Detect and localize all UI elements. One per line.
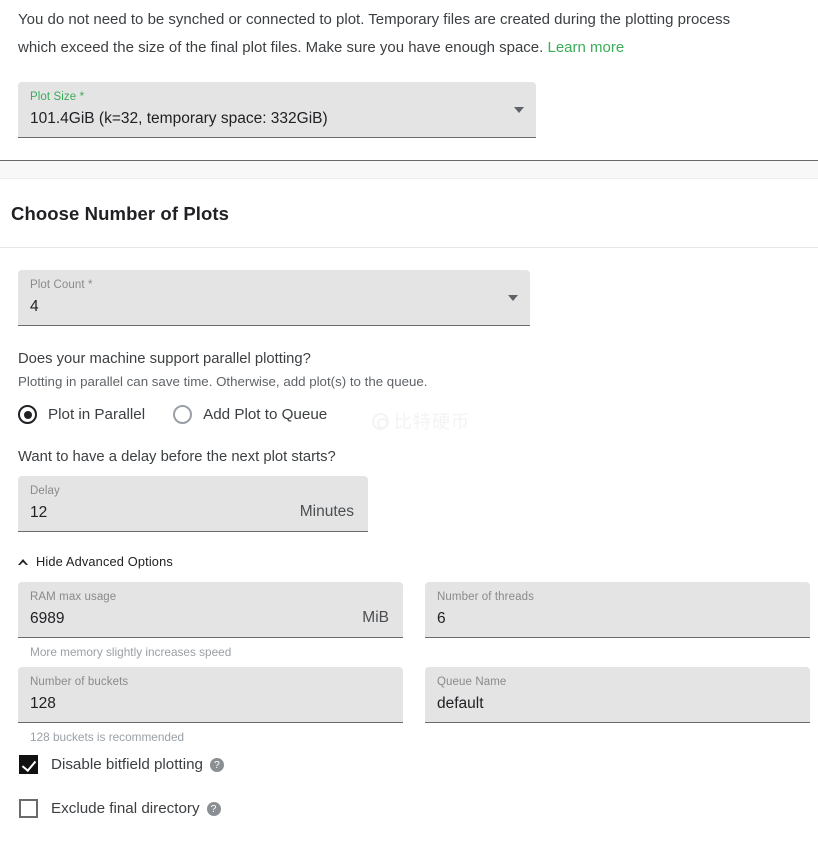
number-of-threads-value[interactable]: 6 [437,607,798,631]
radio-selected-icon[interactable] [18,405,37,424]
help-circle-icon[interactable]: ? [209,757,224,772]
radio-label-plot-in-parallel: Plot in Parallel [48,406,146,423]
number-of-buckets-value[interactable]: 128 [30,692,391,716]
advanced-options-grid-row2: Number of buckets 128 128 buckets is rec… [0,659,818,744]
ram-max-usage-value[interactable]: 6989 [30,607,391,631]
number-of-buckets-cell: Number of buckets 128 128 buckets is rec… [18,667,403,744]
parallel-radio-group: Plot in Parallel Add Plot to Queue [0,391,818,424]
disable-bitfield-plotting-label: Disable bitfield plotting [51,756,203,773]
page-title: Choose Number of Plots [11,203,230,224]
number-of-threads-cell: Number of threads 6 [425,582,810,659]
hide-advanced-options-toggle[interactable]: Hide Advanced Options [0,532,200,569]
chevron-down-icon[interactable] [514,106,524,113]
chevron-up-icon [18,558,28,566]
radio-option-plot-in-parallel[interactable]: Plot in Parallel [18,405,145,424]
plot-size-value: 101.4GiB (k=32, temporary space: 332GiB) [30,110,328,127]
ram-max-usage-label: RAM max usage [30,591,117,603]
plot-size-select[interactable]: Plot Size * 101.4GiB (k=32, temporary sp… [18,82,536,138]
queue-name-input[interactable]: Queue Name default [425,667,810,723]
queue-name-value[interactable]: default [437,692,798,716]
ram-max-usage-input[interactable]: RAM max usage 6989 MiB [18,582,403,638]
ram-unit-suffix: MiB [362,609,389,626]
section-divider-band [0,161,818,179]
intro-section: You do not need to be synched or connect… [0,0,818,62]
number-of-threads-label: Number of threads [437,591,534,603]
delay-question: Want to have a delay before the next plo… [18,449,336,465]
delay-label: Delay [30,485,60,497]
parallel-question: Does your machine support parallel plott… [18,351,311,367]
help-circle-icon[interactable]: ? [206,801,221,816]
checkbox-unchecked-icon[interactable] [19,799,38,818]
exclude-final-directory-row[interactable]: Exclude final directory ? [0,799,818,818]
plot-count-value: 4 [30,298,39,315]
radio-unselected-icon[interactable] [173,405,193,424]
delay-unit-suffix: Minutes [299,503,354,520]
section-underline [0,247,818,248]
disable-bitfield-plotting-row[interactable]: Disable bitfield plotting ? [0,755,818,774]
number-of-buckets-label: Number of buckets [30,676,129,688]
exclude-final-directory-label: Exclude final directory [51,800,200,817]
radio-label-add-plot-to-queue: Add Plot to Queue [203,406,328,423]
advanced-options-grid: RAM max usage 6989 MiB More memory sligh… [0,569,818,659]
intro-paragraph: You do not need to be synched or connect… [18,6,758,62]
number-of-buckets-helper: 128 buckets is recommended [30,730,185,744]
plot-count-label: Plot Count * [30,279,93,291]
queue-name-label: Queue Name [437,676,507,688]
delay-input[interactable]: Delay 12 Minutes [18,476,368,532]
learn-more-link[interactable]: Learn more [547,39,624,56]
ram-max-usage-helper: More memory slightly increases speed [30,645,232,659]
plot-size-label: Plot Size * [30,91,85,103]
number-of-threads-input[interactable]: Number of threads 6 [425,582,810,638]
number-of-buckets-input[interactable]: Number of buckets 128 [18,667,403,723]
ram-max-usage-cell: RAM max usage 6989 MiB More memory sligh… [18,582,403,659]
chevron-down-icon[interactable] [508,294,518,301]
plot-count-select[interactable]: Plot Count * 4 [18,270,530,326]
radio-option-add-plot-to-queue[interactable]: Add Plot to Queue [173,405,327,424]
parallel-subtext: Plotting in parallel can save time. Othe… [18,374,428,389]
queue-name-cell: Queue Name default [425,667,810,744]
checkbox-checked-icon[interactable] [19,755,38,774]
advanced-toggle-label: Hide Advanced Options [36,554,173,569]
